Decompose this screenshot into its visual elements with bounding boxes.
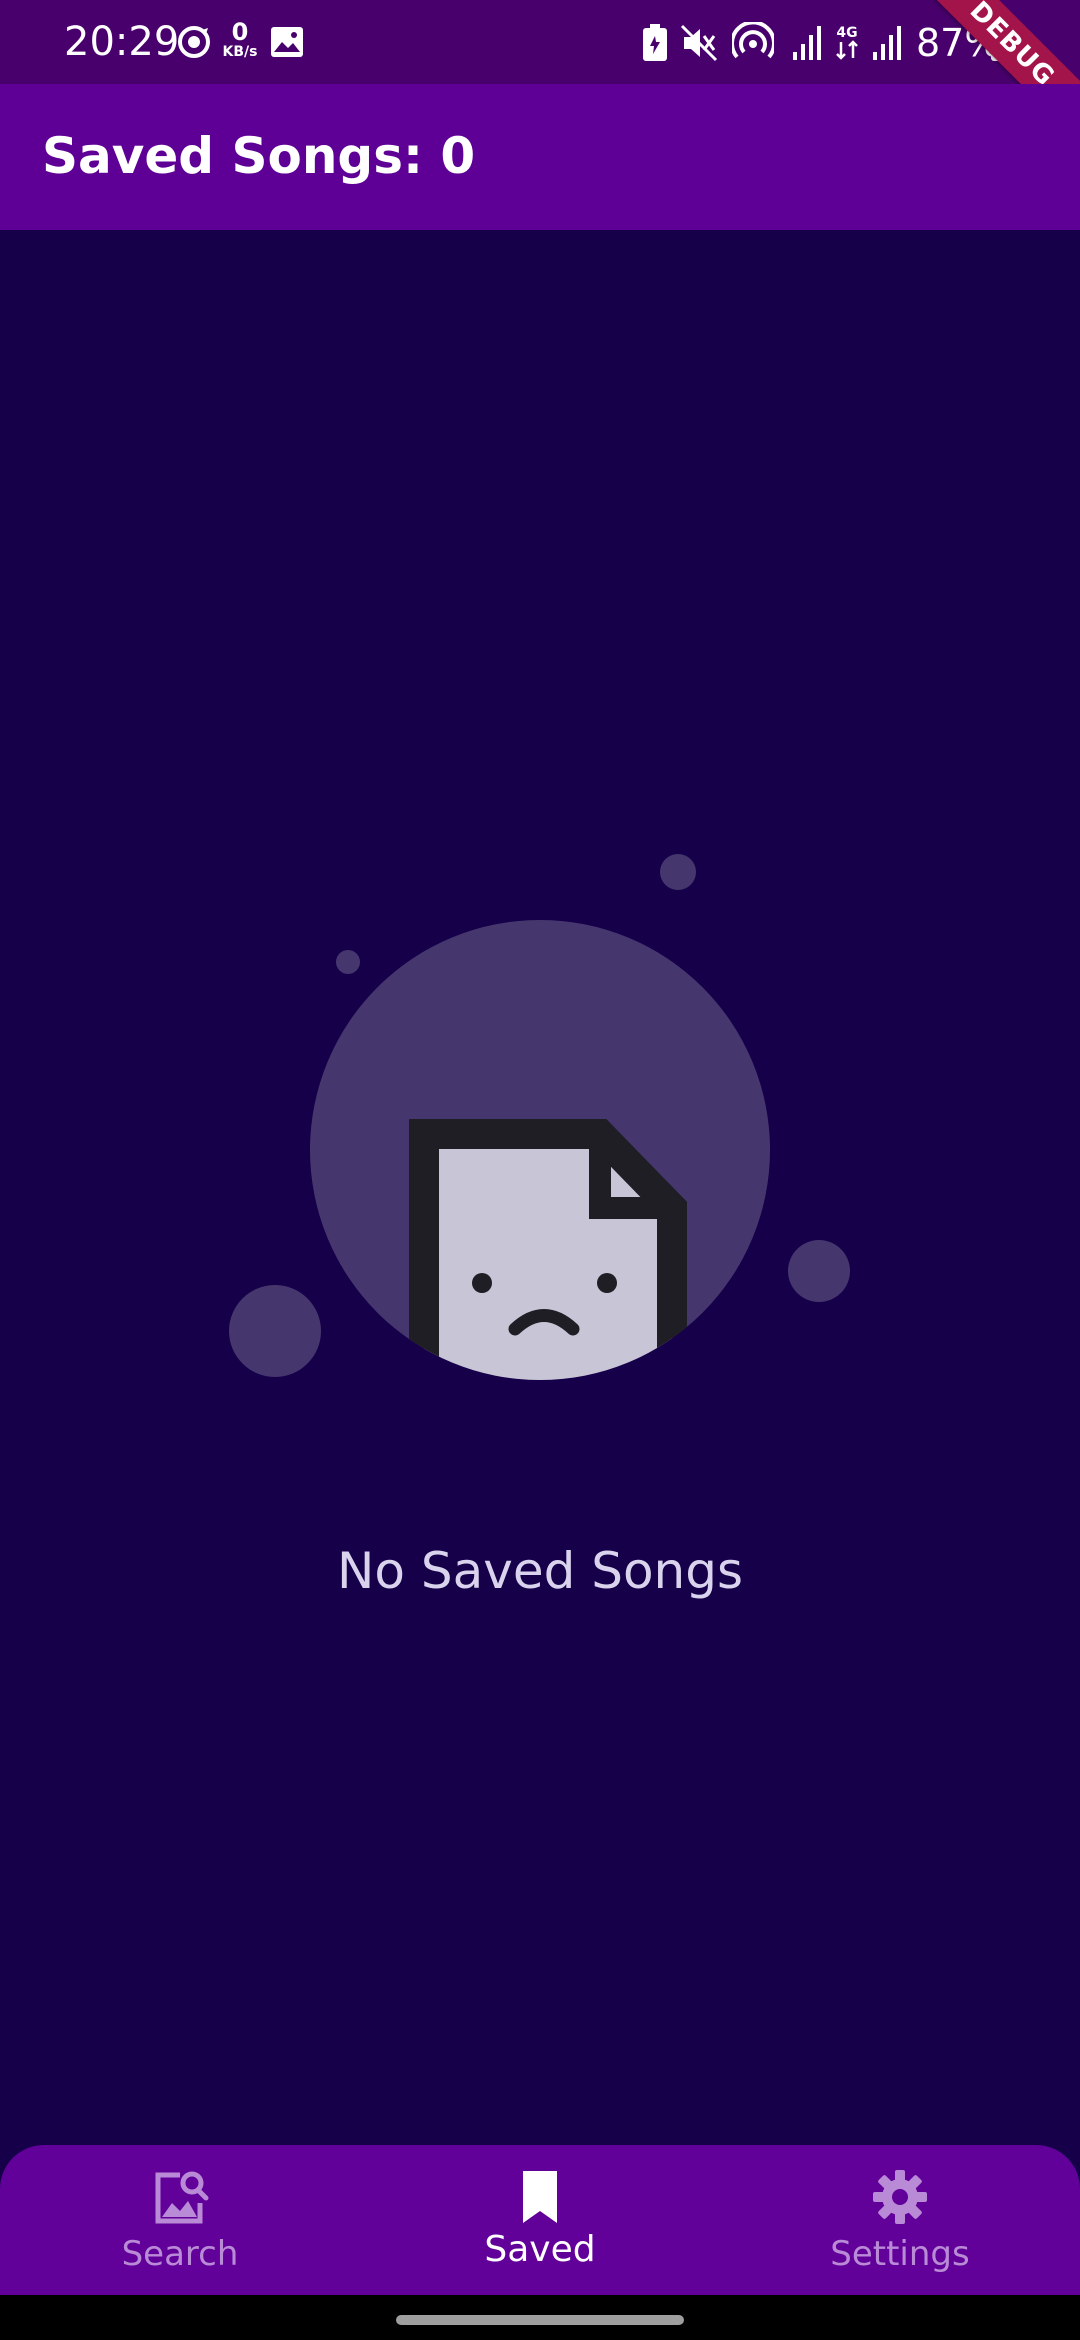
sad-document-icon [409,1119,687,1380]
app-bar: Saved Songs: 0 [0,84,1080,230]
gesture-navigation-area [0,2295,1080,2340]
signal-icon [793,26,821,60]
image-icon [271,27,303,57]
network-speed: 0 KB/s [218,20,262,60]
svg-text:4G: 4G [836,25,857,41]
gesture-handle[interactable] [396,2315,684,2325]
status-bar: 20:29 0 KB/s 4G 87% [0,0,1080,84]
gear-icon [873,2170,927,2224]
screen: 20:29 0 KB/s 4G 87% DEBUG Saved Songs: 0… [0,0,1080,2340]
empty-state-message: No Saved Songs [336,1542,744,1600]
hotspot-icon [732,22,774,59]
nav-label-search: Search [121,2234,239,2274]
network-speed-unit: KB/s [222,44,258,60]
empty-state-illustration [229,854,850,1380]
mute-icon [680,24,718,62]
decor-bubble [788,1240,850,1302]
decor-bubble [336,950,360,974]
image-search-icon [155,2171,209,2224]
decor-bubble [229,1285,321,1377]
nav-label-saved: Saved [484,2229,596,2270]
bookmark-icon [523,2171,557,2223]
nav-item-saved[interactable]: Saved [360,2145,720,2295]
signal-icon [873,26,901,60]
nav-label-settings: Settings [830,2234,970,2274]
status-time: 20:29 [64,19,180,65]
sync-icon [178,26,210,58]
battery-saver-icon [643,24,667,61]
decor-bubble [660,854,696,890]
nav-item-search[interactable]: Search [0,2145,360,2295]
bottom-navigation: Search Saved Settings [0,2145,1080,2295]
4g-icon: 4G [836,25,858,60]
network-speed-value: 0 [231,18,249,46]
nav-item-settings[interactable]: Settings [720,2145,1080,2295]
page-title: Saved Songs: 0 [42,127,476,185]
